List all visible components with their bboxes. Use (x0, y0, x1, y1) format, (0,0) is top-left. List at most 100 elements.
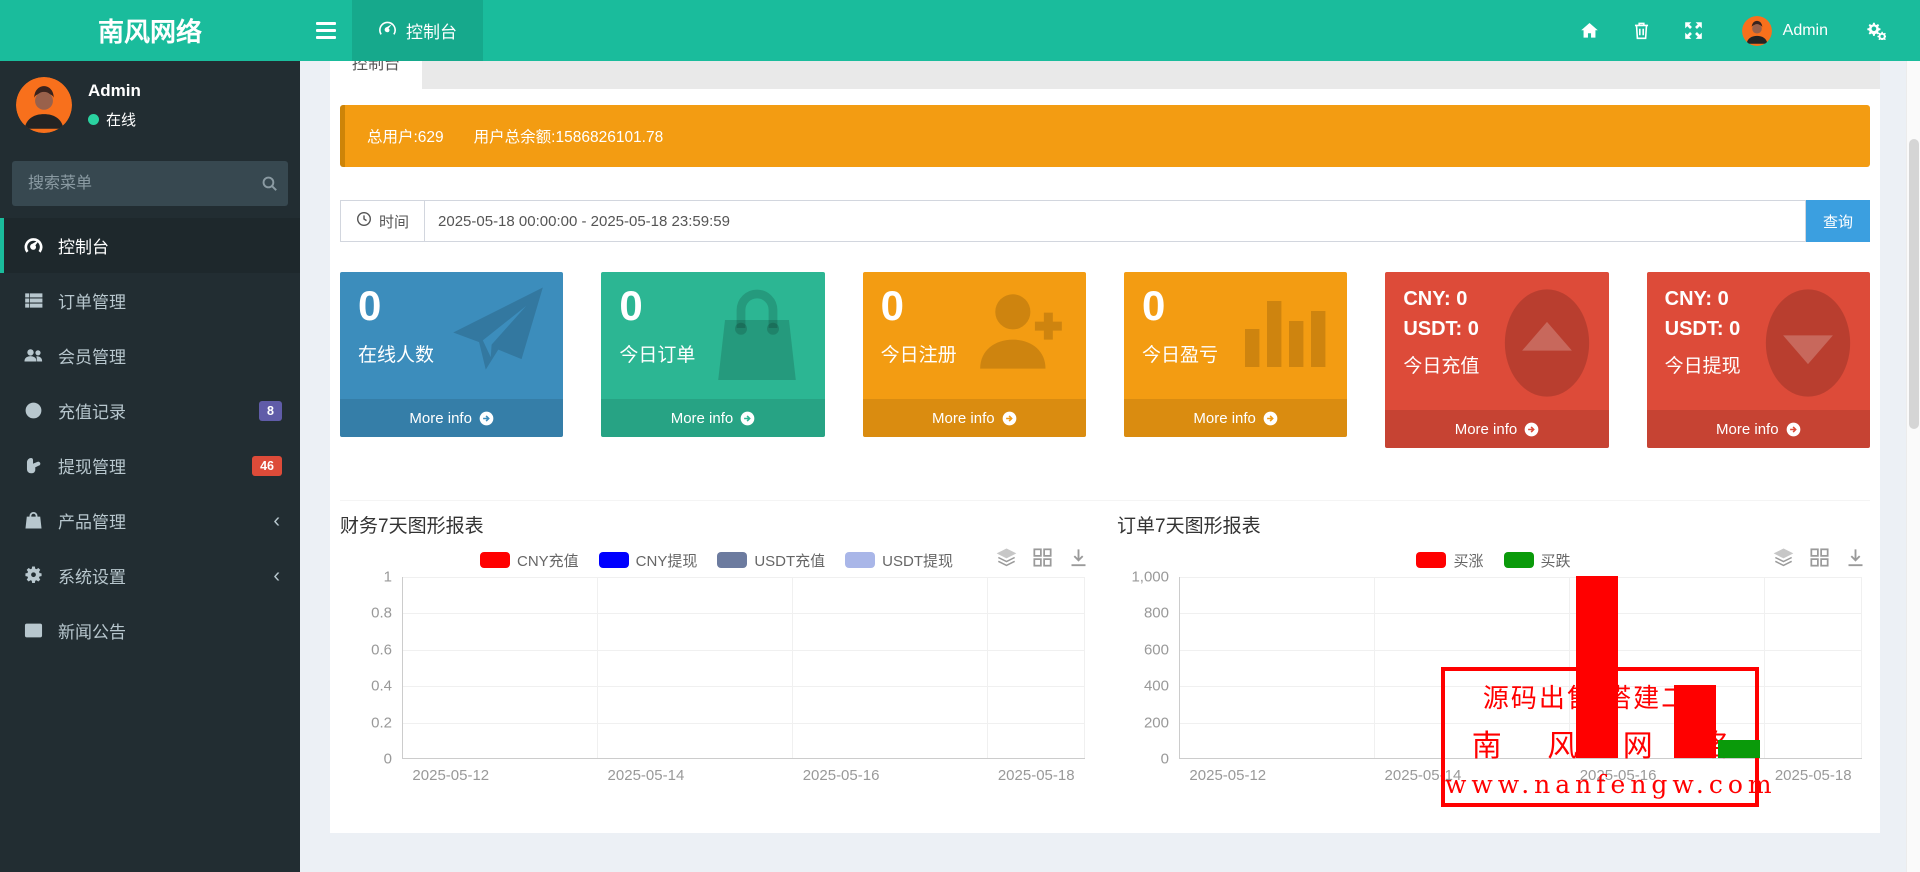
gears-icon (24, 566, 58, 585)
sidebar-item-label: 提现管理 (58, 453, 126, 478)
bar-买涨[interactable] (1674, 685, 1716, 758)
total-balance: 用户总余额:1586826101.78 (474, 125, 664, 147)
bar-chart-icon (1235, 284, 1331, 370)
hamburger-icon[interactable] (300, 0, 352, 61)
scrollbar-thumb[interactable] (1909, 139, 1919, 429)
cogs-icon[interactable] (1850, 0, 1902, 61)
more-info-link[interactable]: More info (863, 399, 1086, 437)
list-ordered-icon (24, 291, 58, 310)
sidebar-item-产品管理[interactable]: 产品管理‹ (0, 493, 300, 548)
sidebar-item-充值记录[interactable]: 充值记录8 (0, 383, 300, 438)
chart-plot: 10.80.60.40.20 (402, 577, 1085, 759)
legend-item[interactable]: 买跌 (1504, 550, 1571, 571)
y-tick-label: 0.4 (371, 678, 392, 695)
shopping-bag-icon (24, 511, 58, 530)
sidebar-item-提现管理[interactable]: 提现管理 46 (0, 438, 300, 493)
sidebar-item-新闻公告[interactable]: 新闻公告 (0, 603, 300, 658)
more-info-link[interactable]: More info (340, 399, 563, 437)
finance-chart: 财务7天图形报表 CNY充值 CNY提现 USDT充值 USDT提现 10.80.60.4… (340, 511, 1093, 789)
sidebar-item-会员管理[interactable]: 会员管理 (0, 328, 300, 383)
info-box-今日订单: 0今日订单More info (601, 272, 824, 437)
circle-icon (24, 401, 58, 420)
info-box-今日充值: CNY: 0USDT: 0今日充值More info (1385, 272, 1608, 448)
arrow-circle-icon (740, 411, 755, 426)
info-box-今日注册: 0今日注册More info (863, 272, 1086, 437)
shopping-bag-icon (705, 284, 809, 384)
chart-legend: CNY充值 CNY提现 USDT充值 USDT提现 (340, 543, 1093, 577)
sidebar-item-控制台[interactable]: 控制台 (0, 218, 300, 273)
time-filter: 时间 查询 (340, 200, 1870, 242)
x-axis-labels: 2025-05-122025-05-142025-05-162025-05-18 (402, 759, 1085, 789)
sidebar-user-panel: Admin 在线 (0, 61, 300, 147)
chart-title: 财务7天图形报表 (340, 511, 1093, 543)
arrow-circle-icon (1263, 411, 1278, 426)
trash-icon[interactable] (1616, 0, 1668, 61)
y-tick-label: 0 (384, 751, 392, 768)
sidebar-item-label: 充值记录 (58, 398, 126, 423)
chevron-left-icon: ‹ (273, 566, 280, 586)
search-input[interactable] (12, 161, 251, 206)
charts-section: 财务7天图形报表 CNY充值 CNY提现 USDT充值 USDT提现 10.80.60.4… (340, 500, 1870, 789)
y-tick-label: 800 (1144, 605, 1169, 622)
more-info-link[interactable]: More info (601, 399, 824, 437)
bar-买跌[interactable] (1718, 740, 1760, 758)
more-info-link[interactable]: More info (1385, 410, 1608, 448)
expand-icon[interactable] (1668, 0, 1720, 61)
x-tick-label: 2025-05-12 (412, 767, 489, 784)
legend-item[interactable]: USDT充值 (717, 550, 825, 571)
navbar: 控制台 Admin (300, 0, 1920, 61)
sidebar: Admin 在线 控制台订单管理会员管理充值记录8 提现管理 46 产品管理‹系统设置… (0, 61, 300, 872)
info-box-今日提现: CNY: 0USDT: 0今日提现More info (1647, 272, 1870, 448)
x-tick-label: 2025-05-12 (1189, 767, 1266, 784)
download-chart-icon[interactable] (1068, 547, 1089, 573)
x-tick-label: 2025-05-16 (803, 767, 880, 784)
restore-view-icon[interactable] (1032, 547, 1053, 573)
more-info-link[interactable]: More info (1647, 410, 1870, 448)
sidebar-menu: 控制台订单管理会员管理充值记录8 提现管理 46 产品管理‹系统设置‹新闻公告 (0, 218, 300, 658)
y-tick-label: 200 (1144, 714, 1169, 731)
y-tick-label: 0.2 (371, 714, 392, 731)
info-box-今日盈亏: 0今日盈亏More info (1124, 272, 1347, 437)
tab-console[interactable]: 控制台 (330, 61, 422, 89)
newspaper-icon (24, 621, 58, 640)
x-tick-label: 2025-05-14 (608, 767, 685, 784)
date-range-input[interactable] (425, 200, 1806, 242)
legend-item[interactable]: USDT提现 (845, 550, 953, 571)
arrow-circle-icon (479, 411, 494, 426)
clock-icon (356, 211, 372, 231)
chart-title: 订单7天图形报表 (1117, 511, 1870, 543)
search-icon[interactable] (251, 161, 288, 206)
y-tick-label: 600 (1144, 641, 1169, 658)
legend-item[interactable]: 买涨 (1416, 550, 1483, 571)
sidebar-item-订单管理[interactable]: 订单管理 (0, 273, 300, 328)
sidebar-user-name: Admin (88, 81, 141, 101)
restore-view-icon[interactable] (1809, 547, 1830, 573)
orders-chart: 订单7天图形报表买涨买跌1,00080060040020002025-05-12… (1117, 511, 1870, 789)
scrollbar-track[interactable] (1906, 61, 1920, 872)
avatar (16, 77, 72, 133)
query-button[interactable]: 查询 (1806, 200, 1870, 242)
main-content: 控制台 总用户:629 用户总余额:1586826101.78 时间 查询 0在… (300, 61, 1906, 872)
dashboard-icon (24, 236, 58, 255)
stack-view-icon[interactable] (1773, 547, 1794, 573)
legend-item[interactable]: CNY充值 (480, 550, 579, 571)
sidebar-item-系统设置[interactable]: 系统设置‹ (0, 548, 300, 603)
user-plus-icon (972, 284, 1070, 374)
bar-买涨[interactable] (1576, 576, 1618, 758)
caret-down-icon (1762, 284, 1854, 402)
y-tick-label: 0 (1161, 751, 1169, 768)
info-box-在线人数: 0在线人数More info (340, 272, 563, 437)
legend-item[interactable]: CNY提现 (599, 550, 698, 571)
arrow-circle-icon (1002, 411, 1017, 426)
brand-logo[interactable]: 南风网络 (0, 0, 300, 61)
nav-item-console[interactable]: 控制台 (352, 0, 483, 61)
download-chart-icon[interactable] (1845, 547, 1866, 573)
arrow-circle-icon (1786, 422, 1801, 437)
user-menu[interactable]: Admin (1720, 0, 1850, 61)
count-badge: 46 (252, 456, 282, 476)
more-info-link[interactable]: More info (1124, 399, 1347, 437)
users-icon (24, 346, 58, 365)
stack-view-icon[interactable] (996, 547, 1017, 573)
sidebar-user-status: 在线 (88, 109, 141, 130)
home-icon[interactable] (1564, 0, 1616, 61)
